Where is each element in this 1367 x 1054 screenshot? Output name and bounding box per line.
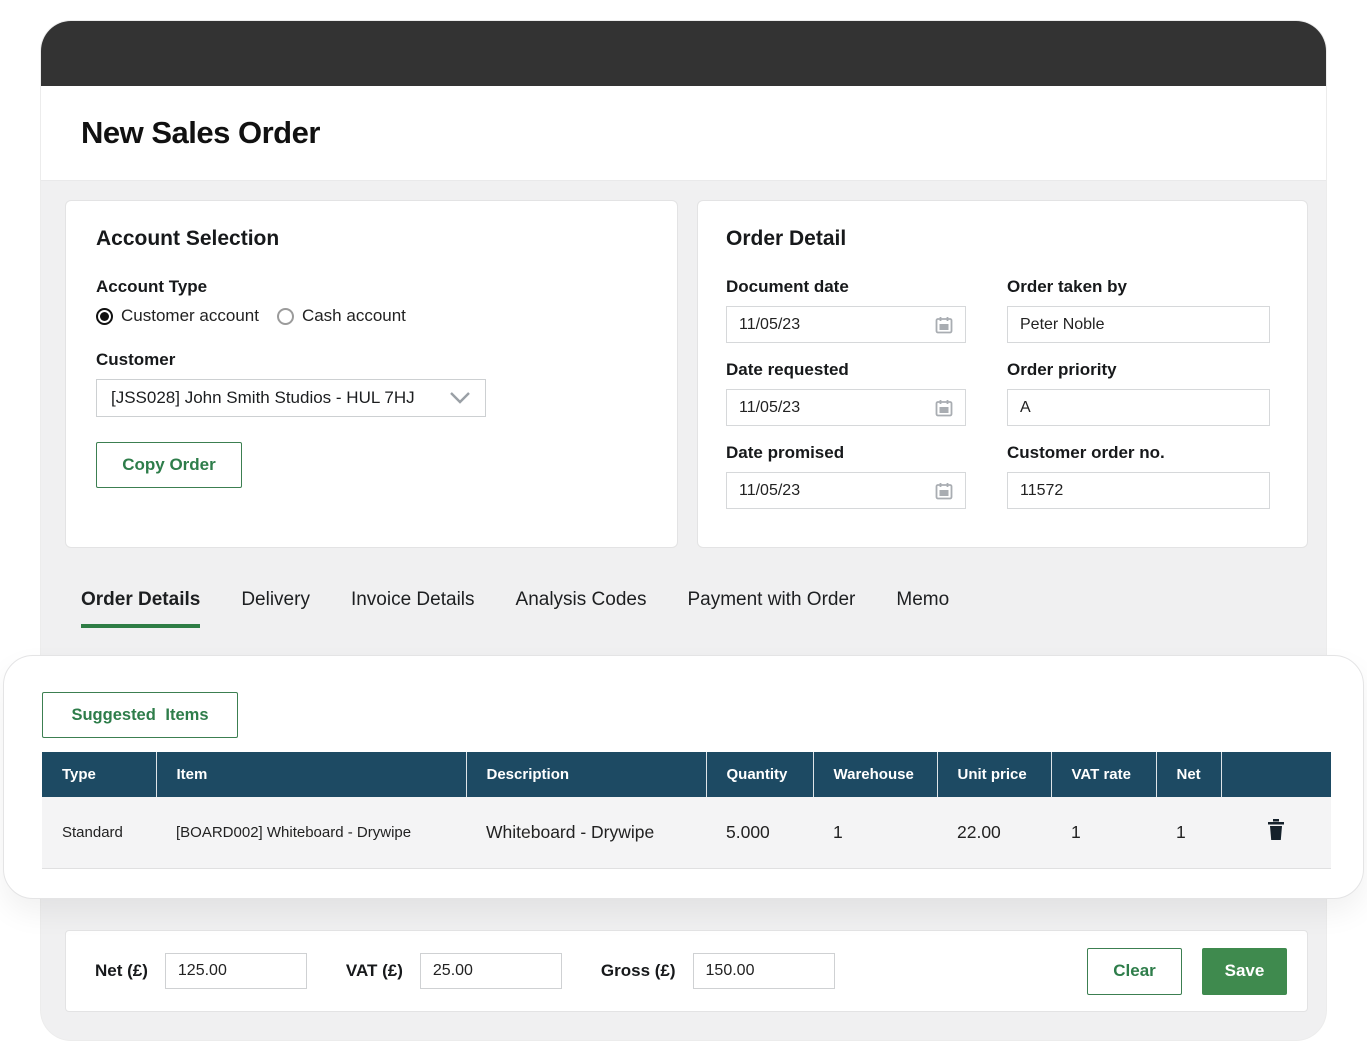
account-type-radio-group: Customer account Cash account	[96, 306, 647, 326]
calendar-icon[interactable]	[935, 482, 953, 500]
clear-button[interactable]: Clear	[1087, 948, 1182, 995]
customer-account-radio[interactable]: Customer account	[96, 306, 259, 326]
account-selection-title: Account Selection	[96, 227, 647, 251]
document-date-value: 11/05/23	[739, 316, 800, 334]
gross-total-label: Gross (£)	[601, 961, 676, 981]
col-description: Description	[466, 752, 706, 797]
copy-order-button[interactable]: Copy Order	[96, 442, 242, 488]
table-header-row: Type Item Description Quantity Warehouse…	[42, 752, 1331, 797]
document-date-field-group: Document date 11/05/23	[726, 277, 966, 343]
customer-order-no-value[interactable]	[1020, 482, 1257, 500]
customer-account-radio-label: Customer account	[121, 306, 259, 326]
cell-net: 1	[1156, 797, 1221, 868]
tab-delivery[interactable]: Delivery	[241, 589, 310, 628]
cell-item: [BOARD002] Whiteboard - Drywipe	[156, 797, 466, 868]
customer-order-no-field-group: Customer order no.	[1007, 443, 1270, 509]
order-priority-value[interactable]	[1020, 399, 1257, 417]
date-promised-label: Date promised	[726, 443, 966, 463]
customer-select-value: [JSS028] John Smith Studios - HUL 7HJ	[111, 388, 415, 408]
date-requested-field-group: Date requested 11/05/23	[726, 360, 966, 426]
cash-account-radio-label: Cash account	[302, 306, 406, 326]
net-total-input[interactable]	[165, 953, 307, 989]
date-requested-value: 11/05/23	[739, 399, 800, 417]
date-requested-input[interactable]: 11/05/23	[726, 389, 966, 426]
radio-selected-icon	[96, 308, 113, 325]
page-title: New Sales Order	[81, 115, 320, 151]
cell-description: Whiteboard - Drywipe	[466, 797, 706, 868]
customer-order-no-label: Customer order no.	[1007, 443, 1270, 463]
chevron-down-icon	[449, 391, 471, 405]
cell-type: Standard	[42, 797, 156, 868]
customer-order-no-input[interactable]	[1007, 472, 1270, 509]
order-taken-by-value[interactable]	[1020, 316, 1257, 334]
radio-unselected-icon	[277, 308, 294, 325]
cell-quantity: 5.000	[706, 797, 813, 868]
window-titlebar	[41, 21, 1326, 86]
delete-row-button[interactable]	[1265, 818, 1287, 842]
vat-total-input[interactable]	[420, 953, 562, 989]
calendar-icon[interactable]	[935, 316, 953, 334]
page-header: New Sales Order	[41, 86, 1326, 181]
net-total-label: Net (£)	[95, 961, 148, 981]
order-taken-by-input[interactable]	[1007, 306, 1270, 343]
col-quantity: Quantity	[706, 752, 813, 797]
calendar-icon[interactable]	[935, 399, 953, 417]
order-priority-input[interactable]	[1007, 389, 1270, 426]
col-actions	[1221, 752, 1331, 797]
col-unit-price: Unit price	[937, 752, 1051, 797]
document-date-label: Document date	[726, 277, 966, 297]
col-warehouse: Warehouse	[813, 752, 937, 797]
col-item: Item	[156, 752, 466, 797]
order-items-panel: Suggested Items Type Item Description Qu…	[3, 655, 1364, 899]
trash-icon	[1265, 818, 1287, 842]
order-priority-field-group: Order priority	[1007, 360, 1270, 426]
gross-total-input[interactable]	[693, 953, 835, 989]
account-type-label: Account Type	[96, 277, 647, 297]
order-priority-label: Order priority	[1007, 360, 1270, 380]
date-requested-label: Date requested	[726, 360, 966, 380]
order-detail-card: Order Detail Document date 11/05/23 Orde…	[697, 200, 1308, 548]
save-button[interactable]: Save	[1202, 948, 1287, 995]
col-vat-rate: VAT rate	[1051, 752, 1156, 797]
tab-analysis-codes[interactable]: Analysis Codes	[516, 589, 647, 628]
date-promised-input[interactable]: 11/05/23	[726, 472, 966, 509]
col-net: Net	[1156, 752, 1221, 797]
order-tabs: Order Details Delivery Invoice Details A…	[81, 589, 949, 628]
tab-payment-with-order[interactable]: Payment with Order	[687, 589, 855, 628]
order-taken-by-field-group: Order taken by	[1007, 277, 1270, 343]
tab-invoice-details[interactable]: Invoice Details	[351, 589, 475, 628]
cash-account-radio[interactable]: Cash account	[277, 306, 406, 326]
tab-memo[interactable]: Memo	[896, 589, 949, 628]
table-row: Standard [BOARD002] Whiteboard - Drywipe…	[42, 797, 1331, 868]
date-promised-field-group: Date promised 11/05/23	[726, 443, 966, 509]
document-date-input[interactable]: 11/05/23	[726, 306, 966, 343]
order-items-table: Type Item Description Quantity Warehouse…	[42, 752, 1331, 869]
order-detail-title: Order Detail	[726, 227, 1279, 251]
cell-unit-price: 22.00	[937, 797, 1051, 868]
customer-label: Customer	[96, 350, 647, 370]
vat-total-label: VAT (£)	[346, 961, 403, 981]
tab-order-details[interactable]: Order Details	[81, 589, 200, 628]
cell-warehouse: 1	[813, 797, 937, 868]
date-promised-value: 11/05/23	[739, 482, 800, 500]
customer-select[interactable]: [JSS028] John Smith Studios - HUL 7HJ	[96, 379, 486, 417]
totals-bar: Net (£) VAT (£) Gross (£) Clear Save	[65, 930, 1308, 1012]
col-type: Type	[42, 752, 156, 797]
suggested-items-button[interactable]: Suggested Items	[42, 692, 238, 738]
order-taken-by-label: Order taken by	[1007, 277, 1270, 297]
cell-vat-rate: 1	[1051, 797, 1156, 868]
account-selection-card: Account Selection Account Type Customer …	[65, 200, 678, 548]
